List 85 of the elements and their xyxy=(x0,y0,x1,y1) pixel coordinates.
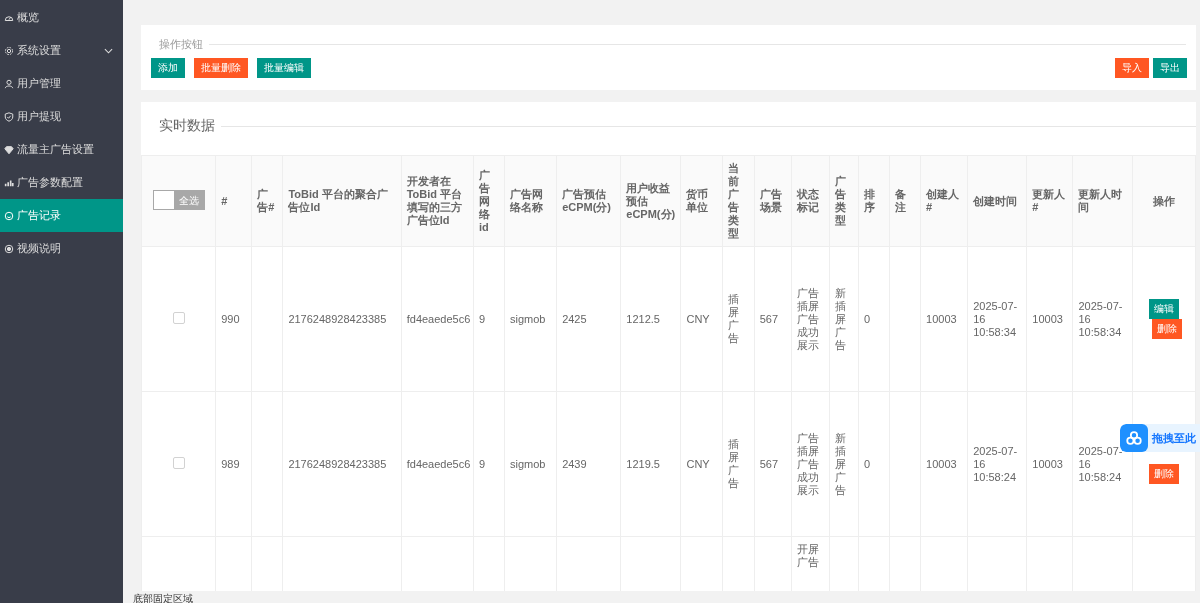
column-header: 操作 xyxy=(1132,155,1196,247)
row-checkbox[interactable] xyxy=(172,456,185,469)
table-cell: 插屏广告 xyxy=(727,293,739,344)
table-cell: 0 xyxy=(863,312,871,325)
drop-widget[interactable]: 拖拽至此 xyxy=(1120,424,1200,452)
table-cell: sigmob xyxy=(510,457,546,470)
sidebar-item[interactable]: 概览 xyxy=(0,1,123,34)
row-action-button[interactable]: 删除 xyxy=(1151,319,1182,339)
sidebar-item[interactable]: 视频说明 xyxy=(0,232,123,265)
column-header: # xyxy=(215,155,252,247)
column-header: 广告类型 xyxy=(829,155,859,247)
table-cell: 10003 xyxy=(926,457,957,470)
table-cell: 2025-07-16 10:58:24 xyxy=(1078,444,1123,483)
column-header: 广告# xyxy=(251,155,283,247)
table-cell: 2176248928423385 xyxy=(288,457,387,470)
column-header: 货币单位 xyxy=(680,155,723,247)
table-cell: 1219.5 xyxy=(626,457,660,470)
table-cell: 567 xyxy=(759,457,778,470)
table-cell: 10003 xyxy=(1032,457,1063,470)
table-cell: 567 xyxy=(759,312,778,325)
table-cell: 10003 xyxy=(926,312,957,325)
table-cell: 989 xyxy=(221,457,240,470)
panel-legend: 实时数据 xyxy=(159,117,215,135)
column-header: 用户收益预估eCPM(分) xyxy=(620,155,681,247)
panel-legend: 操作按钮 xyxy=(159,37,203,52)
table-cell: 2425 xyxy=(562,312,587,325)
table-cell: 1212.5 xyxy=(626,312,660,325)
shield-icon xyxy=(4,111,14,122)
select-all-switch[interactable]: 全选 xyxy=(152,190,205,210)
sidebar-item[interactable]: 系统设置 xyxy=(0,34,123,67)
column-header: 广告预估eCPM(分) xyxy=(556,155,621,247)
table-cell: 2176248928423385 xyxy=(288,312,387,325)
table-cell: 新插屏广告 xyxy=(834,431,846,496)
table-cell: 2025-07-16 10:58:34 xyxy=(973,299,1018,338)
diamond-icon xyxy=(4,144,14,155)
sidebar-item[interactable]: 广告记录 xyxy=(0,199,123,232)
toolbar-button[interactable]: 批量编辑 xyxy=(257,58,311,78)
column-header: 创建人# xyxy=(920,155,968,247)
column-header: 当前广告类型 xyxy=(722,155,755,247)
column-header: 排序 xyxy=(858,155,890,247)
table-cell: 2025-07-16 10:58:34 xyxy=(1078,299,1123,338)
column-header: 广告网络id xyxy=(473,155,505,247)
table-cell: 广告插屏广告成功展示 xyxy=(796,431,819,496)
table-cell: 开屏广告 xyxy=(796,543,819,568)
table-cell: 插屏广告 xyxy=(727,438,739,489)
table-cell: CNY xyxy=(686,312,710,325)
row-action-button[interactable]: 删除 xyxy=(1148,464,1179,484)
radio-dot-icon xyxy=(4,243,14,254)
table-cell: 10003 xyxy=(1032,312,1063,325)
user-icon xyxy=(4,78,14,89)
smiley-icon xyxy=(4,210,14,221)
toolbar-button[interactable]: 添加 xyxy=(151,58,185,78)
footer-text: 底部固定区域 xyxy=(133,593,193,603)
column-header: 广告场景 xyxy=(754,155,792,247)
table-cell: fd4eaede5c6 xyxy=(406,457,471,470)
sidebar-item[interactable]: 流量主广告设置 xyxy=(0,133,123,166)
toolbar-button[interactable]: 批量删除 xyxy=(194,58,248,78)
table-cell: 0 xyxy=(863,457,871,470)
table-cell: sigmob xyxy=(510,312,546,325)
cloud-icon xyxy=(1120,424,1148,452)
row-checkbox[interactable] xyxy=(172,311,185,324)
sidebar-item[interactable]: 用户管理 xyxy=(0,67,123,100)
sidebar-item[interactable]: 广告参数配置 xyxy=(0,166,123,199)
table-cell: fd4eaede5c6 xyxy=(406,312,471,325)
column-header: ToBid 平台的聚合广告位Id xyxy=(282,155,402,247)
column-header: 广告网络名称 xyxy=(504,155,557,247)
gear-icon xyxy=(4,45,14,56)
table-cell: 9 xyxy=(478,457,486,470)
column-header: 开发者在ToBid 平台填写的三方广告位Id xyxy=(401,155,474,247)
column-header: 创建时间 xyxy=(967,155,1027,247)
toolbar-button[interactable]: 导入 xyxy=(1115,58,1149,78)
table-cell: 新插屏广告 xyxy=(834,286,846,351)
column-header: 状态标记 xyxy=(791,155,830,247)
column-header: 更新人时间 xyxy=(1072,155,1133,247)
toolbar-button[interactable]: 导出 xyxy=(1153,58,1187,78)
table-cell: 990 xyxy=(221,312,240,325)
table-cell: 广告插屏广告成功展示 xyxy=(796,286,819,351)
column-header: 更新人# xyxy=(1026,155,1073,247)
table-cell: CNY xyxy=(686,457,710,470)
sidebar-item[interactable]: 用户提现 xyxy=(0,100,123,133)
table-cell: 2439 xyxy=(562,457,587,470)
row-action-button[interactable]: 编辑 xyxy=(1148,299,1179,319)
column-header: 备注 xyxy=(889,155,921,247)
table-cell: 2025-07-16 10:58:24 xyxy=(973,444,1018,483)
table-cell: 9 xyxy=(478,312,486,325)
